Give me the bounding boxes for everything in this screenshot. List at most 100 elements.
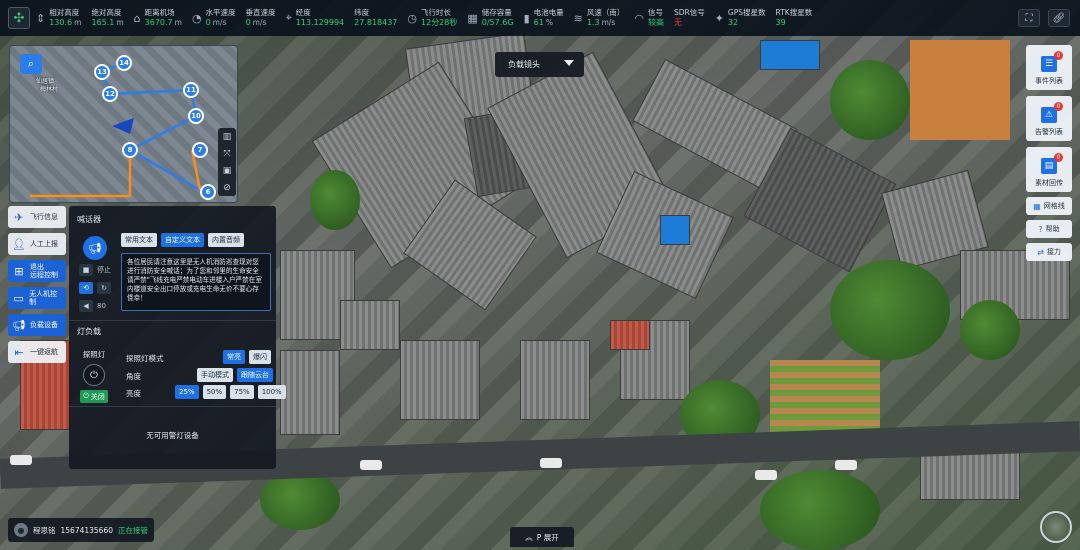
telemetry-value-row: 113.129994 [296,18,344,28]
telemetry-value: 较高 [647,18,664,27]
link-icon[interactable]: 🔗︎ [1048,9,1070,27]
searchlight-control: 探照灯 ⏻ ⏻ 关闭 [79,349,109,403]
camera-select[interactable]: 负载镜头 [495,52,584,77]
lamp-title: 灯负载 [77,327,101,336]
telemetry-unit: m/s [212,18,227,27]
telemetry-pair: 相对高度 130.6 m 绝对高度 165.1 m [49,8,123,28]
help-button[interactable]: ? 帮助 [1026,220,1072,238]
compass-icon[interactable] [1040,511,1072,543]
fit-icon[interactable]: ⤧ [218,145,236,162]
satellite-view-icon[interactable]: ⊘ [218,179,236,196]
media-return-icon: ▤ 0 [1041,153,1063,174]
angle-mode-button[interactable]: 手动模式 [197,368,233,382]
telemetry-item: 储存容量 0/57.6G [482,8,514,28]
telemetry-label: GPS搜星数 [727,8,766,17]
telemetry-group: ◔ 水平速度 0 m/s 垂直速度 0 m/s [192,8,276,28]
stop-control[interactable]: ■ 停止 [79,264,111,276]
telemetry-item: 电池电量 61% [534,8,564,28]
nav-item[interactable]: ⊞ 退出 远程控制 [8,260,66,282]
layer-icon[interactable]: ▥ [218,128,236,145]
loop-icon[interactable]: ⟲ [79,282,93,294]
nav-item[interactable]: 📢︎ 负载设备 [8,314,66,336]
waypoint-marker[interactable]: 14 [116,55,132,71]
telemetry-label: 纬度 [354,8,370,17]
drone-logo-icon[interactable]: ✣ [8,7,30,29]
payload-panel: 喊话器 📢︎ ■ 停止 ⟲ ↻ ◀ 80 常用文本 自定义文本 内置音频 各位居民请… [69,206,286,469]
telemetry-value: 27.818437 [354,18,398,27]
media-return-button[interactable]: ▤ 0 素材回传 [1026,147,1072,192]
event-list-button[interactable]: ☰ 0 事件列表 [1026,45,1072,90]
drone-control-icon: ▭ [13,291,24,305]
expand-button[interactable]: ︽ P 展开 [510,527,574,547]
drone-icon: ✈ [14,210,24,224]
waypoint-marker[interactable]: 8 [122,142,138,158]
telemetry-group: ⇕ 相对高度 130.6 m 绝对高度 165.1 m [36,8,124,28]
speaker-mode-button[interactable]: 常用文本 [121,233,157,247]
waypoint-marker[interactable]: 7 [192,142,208,158]
right-button-label: 网格线 [1043,202,1065,210]
telemetry-value-row: 61% [534,18,564,28]
searchlight-label: 探照灯 [82,350,106,359]
telemetry-label: 经度 [295,8,311,17]
alarm-list-icon: ⚠ 0 [1041,102,1063,123]
brightness-button[interactable]: 75% [230,385,254,399]
telemetry-value: 0 [205,18,211,27]
brightness-button[interactable]: 50% [202,385,227,399]
expand-label: P 展开 [536,532,559,542]
telemetry-unit: % [545,18,553,27]
power-icon[interactable]: ⏻ [83,364,105,386]
relay-button[interactable]: ⇄ 接力 [1026,243,1072,261]
telemetry-value-row: 165.1 m [91,18,123,28]
telemetry-pair: 经度 113.129994 纬度 27.818437 [296,8,398,28]
telemetry-item: 纬度 27.818437 [354,8,397,28]
lamp-mode-label: 探照灯模式 [126,354,164,363]
drone-position-icon [112,118,134,134]
minimap[interactable]: ⌕ 仙居镇 梅林村 14 13 12 11 10 8 7 6 [9,45,238,203]
waypoint-marker[interactable]: 11 [183,82,199,98]
nav-item[interactable]: 👤︎ 人工上报 [8,233,66,255]
fullscreen-icon[interactable]: ⛶ [1018,9,1040,27]
lamp-mode-button[interactable]: 爆闪 [249,350,271,364]
waypoint-marker[interactable]: 12 [102,86,118,102]
off-button[interactable]: ⏻ 关闭 [80,390,108,403]
telemetry-group: ▦ 储存容量 0/57.6G [467,8,513,28]
event-list-icon: ☰ 0 [1041,51,1063,72]
alarm-list-button[interactable]: ⚠ 0 告警列表 [1026,96,1072,141]
angle-label: 角度 [126,372,141,381]
speaker-mode-button[interactable]: 内置音频 [208,233,244,247]
telemetry-value-row: 39 [776,18,813,28]
telemetry-pair: 风速（南） 1.3 m/s [587,8,625,28]
speaker-mode-button[interactable]: 自定义文本 [161,233,204,247]
lamp-mode-button[interactable]: 常亮 [223,350,245,364]
stop-icon[interactable]: ■ [79,264,93,276]
telemetry-value: 113.129994 [295,18,345,27]
angle-mode-button[interactable]: 跟随云台 [237,368,273,382]
waypoint-marker[interactable]: 13 [94,64,110,80]
telemetry-value-row: 1.3 m/s [587,18,625,28]
grid-button[interactable]: ▦ 网格线 [1026,197,1072,215]
telemetry-unit: m [74,18,82,27]
tts-text-area[interactable]: 各位居民请注意这里是无人机消防巡查现对您进行消防安全喊话；为了您和邻里的生命安全… [121,253,271,311]
telemetry-bar: ✣ ⇕ 相对高度 130.6 m 绝对高度 165.1 m ⌂ 距离机场 3670.7 m ◔ 水平速度… [0,0,1080,36]
volume-control[interactable]: ◀ 80 [79,300,106,312]
telemetry-value: 无 [673,18,682,27]
map-view-icon[interactable]: ▣ [218,162,236,179]
nav-item[interactable]: ⇤ 一键返航 [8,341,66,363]
telemetry-unit: m [174,18,182,27]
telemetry-item: 飞行时长 12分28秒 [421,8,457,28]
telemetry-pair: 飞行时长 12分28秒 [421,8,457,28]
speaker-icon[interactable]: 📢︎ [83,236,107,260]
help-icon: ? [1038,224,1043,234]
telemetry-group: ✦ GPS搜星数 32 RTK搜星数 39 [715,8,813,28]
telemetry-value-row: 3670.7 m [145,18,182,28]
nav-item[interactable]: ✈ 飞行信息 [8,206,66,228]
satellite-icon: ✦ [714,11,724,25]
nav-item[interactable]: ▭ 无人机控制 [8,287,66,309]
brightness-button[interactable]: 25% [175,385,199,399]
waypoint-marker[interactable]: 10 [188,108,204,124]
waypoint-marker[interactable]: 6 [200,184,216,200]
single-play-icon[interactable]: ↻ [97,282,111,294]
brightness-button[interactable]: 100% [257,385,286,399]
telemetry-value-row: 32 [728,18,766,28]
right-button-label: 事件列表 [1035,77,1063,85]
